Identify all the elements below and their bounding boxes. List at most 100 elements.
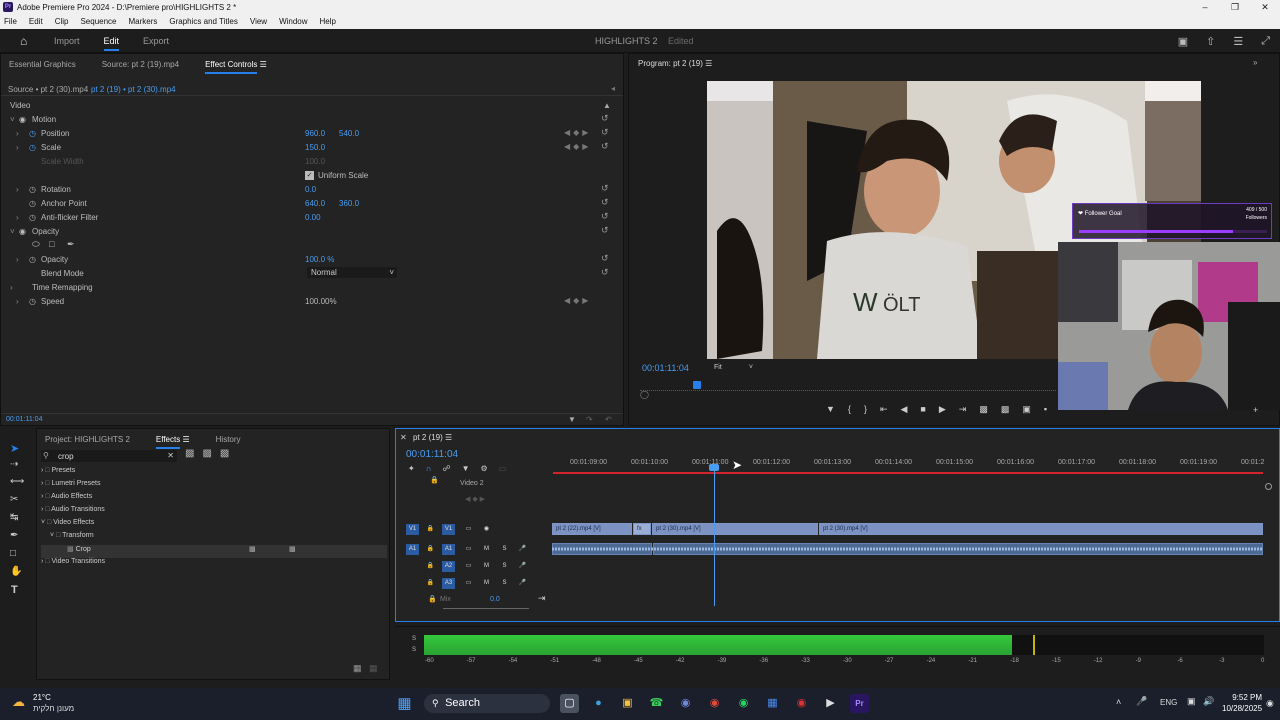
stopwatch-icon[interactable]: ◷ xyxy=(29,129,36,138)
menu-markers[interactable]: Markers xyxy=(129,15,158,29)
close-icon[interactable]: ✕ xyxy=(1250,0,1280,15)
notifications-icon[interactable]: ◉ xyxy=(1266,698,1274,709)
reset-icon[interactable]: ↺ xyxy=(601,127,609,138)
stop-icon[interactable]: ■ xyxy=(920,404,925,415)
filter-icon[interactable]: ▼ xyxy=(568,415,576,424)
go-to-end-icon[interactable]: ⇥ xyxy=(538,593,546,604)
menu-graphics[interactable]: Graphics and Titles xyxy=(169,15,237,29)
spotify-icon[interactable]: ◉ xyxy=(734,694,753,713)
eye-icon[interactable]: ◉ xyxy=(480,524,493,535)
mark-in-icon[interactable]: { xyxy=(848,404,851,415)
expand-icon[interactable]: › xyxy=(16,297,19,306)
type-tool-icon[interactable]: T xyxy=(11,584,18,596)
lock-icon[interactable]: 🔒 xyxy=(424,561,437,572)
mark-out-icon[interactable]: } xyxy=(864,404,867,415)
rectangle-mask-icon[interactable]: □ xyxy=(49,239,54,249)
scale-value[interactable]: 150.0 xyxy=(305,143,325,152)
zoom-handle-icon[interactable]: ◯ xyxy=(640,390,649,399)
effect-timecode[interactable]: 00:01:11:04 xyxy=(6,416,42,423)
tab-effects[interactable]: Effects ☰ xyxy=(155,434,190,449)
import-icon[interactable]: ↶ xyxy=(605,415,612,424)
export-icon[interactable]: ↷ xyxy=(586,415,593,424)
zoom-scrollbar[interactable] xyxy=(443,608,529,609)
clear-search-icon[interactable]: ✕ xyxy=(167,451,174,460)
hand-tool-icon[interactable]: ✋ xyxy=(10,566,22,577)
expand-icon[interactable]: › xyxy=(16,213,19,222)
go-to-out-icon[interactable]: ⇥ xyxy=(959,404,967,415)
reset-icon[interactable]: ↺ xyxy=(601,113,609,124)
sync-lock-icon[interactable]: ▭ xyxy=(462,544,475,555)
tab-import[interactable]: Import xyxy=(54,36,80,51)
expand-icon[interactable]: ˅ xyxy=(10,115,15,124)
microphone-tray-icon[interactable]: 🎤 xyxy=(1136,696,1147,707)
track-select-tool-icon[interactable]: ⇢ xyxy=(10,459,18,470)
program-playhead[interactable] xyxy=(693,381,701,389)
volume-icon[interactable]: 🔊 xyxy=(1203,696,1214,707)
sequence-tab[interactable]: pt 2 (19) ☰ xyxy=(413,433,452,442)
reset-icon[interactable]: ↺ xyxy=(601,225,609,236)
stopwatch-icon[interactable]: ◷ xyxy=(29,297,36,306)
add-button-icon[interactable]: + xyxy=(1253,405,1258,415)
solo-button[interactable]: S xyxy=(498,561,511,572)
eye-icon[interactable]: ◉ xyxy=(19,115,26,124)
chrome-icon[interactable]: ◉ xyxy=(705,694,724,713)
step-back-icon[interactable]: ◀ xyxy=(901,404,908,415)
razor-tool-icon[interactable]: ✂ xyxy=(10,494,18,505)
ellipse-mask-icon[interactable]: ⬭ xyxy=(32,239,40,250)
expand-icon[interactable]: › xyxy=(10,283,13,292)
menu-clip[interactable]: Clip xyxy=(55,15,69,29)
expand-icon[interactable]: › xyxy=(16,185,19,194)
reset-icon[interactable]: ↺ xyxy=(601,183,609,194)
video-clip[interactable]: pt 2 (30).mp4 [V] xyxy=(819,523,1263,535)
blend-mode-select[interactable]: Normal ˅ xyxy=(307,267,397,278)
sync-lock-icon[interactable]: ▭ xyxy=(462,524,475,535)
button-editor-icon[interactable]: ▪ xyxy=(1044,404,1047,415)
selection-tool-icon[interactable]: ➤ xyxy=(10,442,19,455)
solo-right-label[interactable]: S xyxy=(412,647,416,653)
accelerated-effects-icon[interactable]: ▩ xyxy=(185,448,194,459)
keyframe-nav-icon[interactable]: ◀◆▶ xyxy=(564,142,591,151)
menu-edit[interactable]: Edit xyxy=(29,15,43,29)
keyframe-nav-icon[interactable]: ◀◆▶ xyxy=(564,128,591,137)
share-icon[interactable]: ⇧ xyxy=(1206,35,1215,48)
rectangle-tool-icon[interactable]: □ xyxy=(10,548,16,559)
opacity-value[interactable]: 100.0 % xyxy=(305,255,334,264)
lock-icon[interactable]: 🔒 xyxy=(424,578,437,589)
tree-item-video-transitions[interactable]: › □ Video Transitions xyxy=(41,558,387,571)
solo-button[interactable]: S xyxy=(498,578,511,589)
expand-icon[interactable]: › xyxy=(16,143,19,152)
show-hidden-icons[interactable]: ˄ xyxy=(1116,697,1121,707)
track-target-a2[interactable]: A2 xyxy=(442,561,455,572)
timeline-timecode[interactable]: 00:01:11:04 xyxy=(406,449,458,460)
tab-essential-graphics[interactable]: Essential Graphics xyxy=(9,60,76,69)
edge-icon[interactable]: ● xyxy=(589,694,608,713)
microphone-icon[interactable]: 🎤 xyxy=(516,544,529,555)
tab-export[interactable]: Export xyxy=(143,36,169,51)
captions-icon[interactable]: ▭ xyxy=(499,464,507,473)
video-clip-effect[interactable]: fx xyxy=(633,523,651,535)
delete-icon[interactable]: ▦ xyxy=(369,663,378,674)
work-area-bar[interactable] xyxy=(553,472,1263,474)
pen-tool-icon[interactable]: ✒ xyxy=(10,530,18,541)
weather-icon[interactable]: ☁ xyxy=(12,694,25,710)
clock-date[interactable]: 10/28/2025 xyxy=(1222,704,1262,713)
32bit-effects-icon[interactable]: ▩ xyxy=(202,448,211,459)
stopwatch-icon[interactable]: ◷ xyxy=(29,185,36,194)
uniform-scale-checkbox[interactable]: ✓ xyxy=(305,171,314,180)
program-scrubber[interactable] xyxy=(640,385,1056,391)
pen-mask-icon[interactable]: ✒ xyxy=(67,239,75,250)
whatsapp-icon[interactable]: ☎ xyxy=(647,694,666,713)
mix-value[interactable]: 0.0 xyxy=(490,596,500,603)
close-sequence-icon[interactable]: ✕ xyxy=(400,433,407,442)
network-icon[interactable]: ▣ xyxy=(1187,696,1196,707)
sync-lock-icon[interactable]: ▭ xyxy=(462,578,475,589)
stopwatch-icon[interactable]: ◷ xyxy=(29,199,36,208)
reset-icon[interactable]: ↺ xyxy=(601,141,609,152)
zoom-fit-select[interactable]: Fit ˅ xyxy=(710,362,756,374)
add-marker-icon[interactable]: ▼ xyxy=(826,404,835,415)
timeline-playhead[interactable] xyxy=(714,468,715,606)
home-icon[interactable]: ⌂ xyxy=(20,34,27,48)
lift-icon[interactable]: ▩ xyxy=(979,404,988,415)
tree-item-transform[interactable]: ˅ □ Transform xyxy=(41,532,387,545)
quick-export-icon[interactable]: ▣ xyxy=(1178,35,1188,48)
